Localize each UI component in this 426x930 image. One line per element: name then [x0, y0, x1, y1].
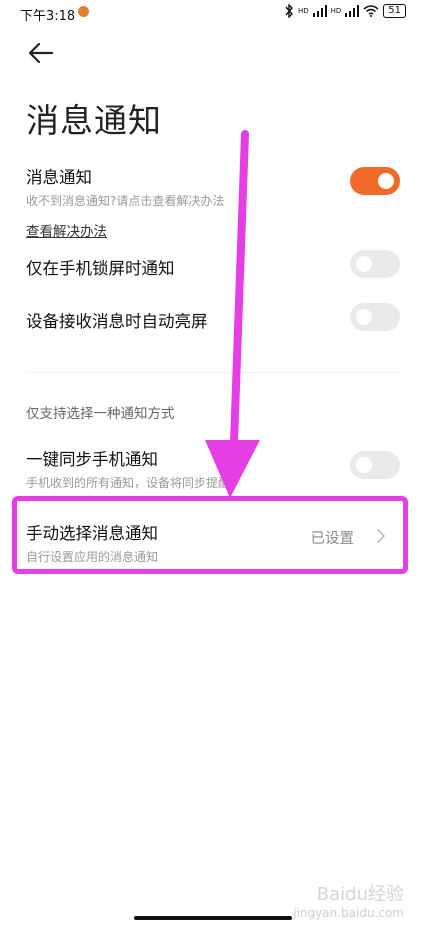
lockscreen-only-toggle[interactable]: [350, 250, 400, 278]
home-indicator[interactable]: [134, 916, 292, 920]
signal-icon-2: [345, 5, 360, 17]
watermark-line2: jingyan.baidu.com: [293, 906, 404, 920]
annotation-highlight-box: [12, 496, 408, 574]
app-notification-icon: [78, 6, 89, 17]
toggle-knob: [356, 457, 372, 473]
signal-hd-label-2: HD: [330, 7, 342, 15]
one-key-sync-row[interactable]: 一键同步手机通知 手机收到的所有通知，设备将同步提醒: [26, 446, 400, 491]
message-notification-toggle[interactable]: [350, 167, 400, 195]
watermark: Baidu经验 jingyan.baidu.com: [293, 880, 404, 920]
watermark-line1: Baidu经验: [316, 884, 404, 905]
arrow-left-icon: [28, 42, 54, 64]
one-key-sync-subtitle: 手机收到的所有通知，设备将同步提醒: [26, 476, 231, 490]
one-key-sync-title: 一键同步手机通知: [26, 450, 158, 469]
message-notification-title: 消息通知: [26, 168, 92, 187]
toggle-knob: [356, 256, 372, 272]
battery-indicator: 51: [383, 4, 406, 18]
lockscreen-only-row[interactable]: 仅在手机锁屏时通知: [26, 255, 400, 279]
section-label: 仅支持选择一种通知方式: [26, 406, 175, 422]
back-button[interactable]: [26, 40, 56, 66]
toggle-knob: [356, 309, 372, 325]
signal-hd-label-1: HD: [297, 7, 309, 15]
status-icons: HD HD 51: [284, 4, 406, 18]
status-time: 下午3:18: [20, 9, 76, 24]
bluetooth-icon: [285, 4, 293, 18]
auto-wake-row[interactable]: 设备接收消息时自动亮屏: [26, 308, 400, 332]
status-bar: 下午3:18 HD HD 51: [0, 0, 426, 26]
message-notification-row[interactable]: 消息通知 收不到消息通知?请点击查看解决办法: [26, 164, 400, 209]
toggle-knob: [378, 173, 394, 189]
page-title: 消息通知: [26, 101, 162, 140]
one-key-sync-toggle[interactable]: [350, 451, 400, 479]
solution-link[interactable]: 查看解决办法: [26, 220, 107, 240]
auto-wake-toggle[interactable]: [350, 303, 400, 331]
signal-icon: [312, 5, 327, 17]
section-divider: [26, 372, 400, 373]
lockscreen-only-title: 仅在手机锁屏时通知: [26, 259, 175, 278]
auto-wake-title: 设备接收消息时自动亮屏: [26, 312, 208, 331]
message-notification-subtitle: 收不到消息通知?请点击查看解决办法: [26, 194, 225, 208]
wifi-icon: [363, 5, 379, 17]
